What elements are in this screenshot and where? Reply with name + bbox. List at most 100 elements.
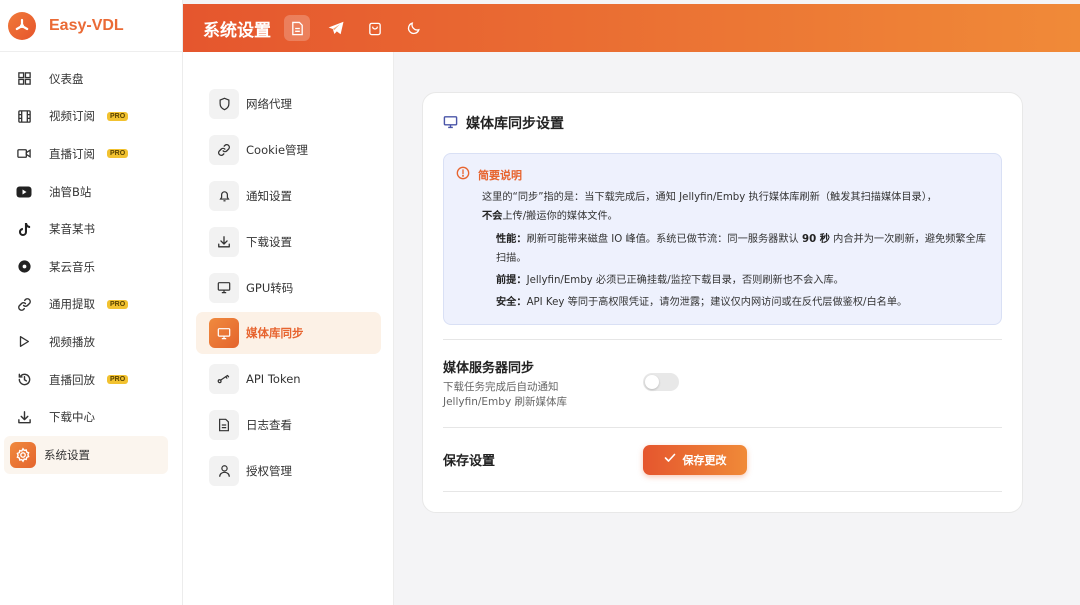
card-header: 媒体库同步设置 (443, 113, 1002, 133)
sidebar-item-label: 直播订阅 (49, 146, 95, 161)
video-camera-icon (16, 146, 32, 162)
sidebar-nav: 仪表盘 视频订阅 PRO 直播订阅 PRO 油管B站 某音某书 某云音乐 通用提… (0, 52, 182, 474)
link-icon (209, 134, 239, 165)
sidebar-item-label: 仪表盘 (49, 71, 84, 86)
info-intro-end: 上传/搬运你的媒体文件。 (502, 211, 618, 222)
pro-badge: PRO (107, 375, 129, 385)
moon-icon[interactable] (401, 15, 427, 41)
file-icon (209, 410, 239, 441)
menu-item-label: 通知设置 (246, 188, 292, 203)
key-icon (209, 364, 239, 395)
menu-item-proxy[interactable]: 网络代理 (196, 83, 381, 125)
document-icon[interactable] (284, 15, 310, 41)
menu-item-api-token[interactable]: API Token (196, 358, 381, 400)
sync-row: 媒体服务器同步 下载任务完成后自动通知 Jellyfin/Emby 刷新媒体库 (443, 357, 1002, 427)
sidebar-item-download-center[interactable]: 下载中心 (0, 398, 182, 436)
app-logo-icon (8, 11, 36, 40)
bag-icon[interactable] (362, 15, 388, 41)
sidebar-item-label: 直播回放 (49, 372, 95, 387)
info-sec-label: 安全： (496, 297, 527, 308)
sidebar-item-video-play[interactable]: 视频播放 (0, 323, 182, 361)
sidebar-item-live-subscribe[interactable]: 直播订阅 PRO (0, 135, 182, 173)
pro-badge: PRO (107, 299, 129, 309)
shield-icon (209, 89, 239, 119)
sidebar-item-general-extract[interactable]: 通用提取 PRO (0, 286, 182, 324)
sidebar: Easy-VDL 仪表盘 视频订阅 PRO 直播订阅 PRO 油管B站 某音某书… (0, 0, 183, 605)
sidebar-item-douyin[interactable]: 某音某书 (0, 210, 182, 248)
menu-item-label: Cookie管理 (246, 142, 309, 157)
media-sync-toggle[interactable] (643, 373, 679, 391)
info-pre-label: 前提： (496, 275, 527, 286)
info-perf-text: 刷新可能带来磁盘 IO 峰值。系统已做节流：同一服务器默认 (526, 234, 802, 245)
menu-item-download[interactable]: 下载设置 (196, 221, 381, 263)
sidebar-item-label: 系统设置 (44, 447, 90, 462)
youtube-icon (16, 184, 32, 200)
brand[interactable]: Easy-VDL (0, 0, 182, 52)
toggle-knob (645, 375, 659, 389)
top-bar: 系统设置 (183, 4, 1080, 52)
sidebar-item-label: 通用提取 (49, 297, 95, 312)
menu-item-label: 授权管理 (246, 464, 292, 479)
dashboard-icon (16, 71, 32, 87)
sidebar-item-youtube-bilibili[interactable]: 油管B站 (0, 173, 182, 211)
menu-item-label: GPU转码 (246, 280, 294, 295)
page-title: 系统设置 (203, 20, 271, 41)
sidebar-item-live-replay[interactable]: 直播回放 PRO (0, 361, 182, 399)
menu-item-label: 媒体库同步 (246, 326, 304, 341)
film-icon (16, 108, 32, 124)
pro-badge: PRO (107, 149, 129, 159)
menu-item-label: 下载设置 (246, 234, 292, 249)
menu-item-label: 日志查看 (246, 418, 292, 433)
card-title: 媒体库同步设置 (466, 116, 564, 132)
sidebar-item-label: 某云音乐 (49, 259, 95, 274)
music-disc-icon (16, 259, 32, 275)
play-icon (16, 334, 32, 350)
monitor-icon (209, 272, 239, 303)
history-icon (16, 372, 32, 388)
sidebar-item-cloud-music[interactable]: 某云音乐 (0, 248, 182, 286)
info-pre-text: Jellyfin/Emby 必须已正确挂载/监控下载目录，否则刷新也不会入库。 (526, 275, 844, 286)
divider (443, 491, 1002, 492)
info-perf-bold: 90 秒 (802, 234, 830, 245)
gear-icon (10, 441, 36, 468)
menu-item-license[interactable]: 授权管理 (196, 450, 381, 492)
sidebar-item-label: 视频订阅 (49, 109, 95, 124)
settings-menu: 网络代理 Cookie管理 通知设置 下载设置 GPU转码 媒体库同步 API … (183, 52, 394, 605)
sidebar-item-system-settings[interactable]: 系统设置 (4, 435, 168, 474)
info-perf-label: 性能： (496, 234, 527, 245)
menu-item-cookie[interactable]: Cookie管理 (196, 129, 381, 171)
download-icon (16, 409, 32, 425)
menu-item-label: API Token (246, 372, 301, 387)
info-intro: 这里的“同步”指的是：当下载完成后，通知 Jellyfin/Emby 执行媒体库… (456, 188, 989, 226)
sync-desc-line1: 下载任务完成后自动通知 (443, 381, 559, 393)
info-title: 简要说明 (478, 168, 522, 182)
media-sync-card: 媒体库同步设置 简要说明 这里的“同步”指的是：当下载完成后，通知 Jellyf… (422, 92, 1023, 513)
sync-title: 媒体服务器同步 (443, 361, 535, 376)
info-security: 安全：API Key 等同于高权限凭证，请勿泄露；建议仅内网访问或在反代层做鉴权… (456, 293, 989, 312)
tiktok-icon (16, 221, 32, 237)
app-name: Easy-VDL (49, 16, 124, 34)
save-button-label: 保存更改 (682, 453, 727, 467)
info-performance: 性能：刷新可能带来磁盘 IO 峰值。系统已做节流：同一服务器默认 90 秒 内合… (456, 230, 989, 268)
menu-item-notify[interactable]: 通知设置 (196, 175, 381, 217)
sidebar-item-label: 某音某书 (49, 222, 95, 237)
save-label: 保存设置 (443, 454, 496, 469)
download-icon (209, 226, 239, 257)
sidebar-item-dashboard[interactable]: 仪表盘 (0, 60, 182, 98)
menu-item-logs[interactable]: 日志查看 (196, 404, 381, 446)
sync-description: 下载任务完成后自动通知 Jellyfin/Emby 刷新媒体库 (443, 380, 643, 410)
user-icon (209, 456, 239, 487)
menu-item-gpu[interactable]: GPU转码 (196, 267, 381, 309)
sidebar-item-label: 视频播放 (49, 334, 95, 349)
menu-item-label: 网络代理 (246, 97, 292, 111)
menu-item-media-sync[interactable]: 媒体库同步 (196, 312, 381, 355)
info-sec-text: API Key 等同于高权限凭证，请勿泄露；建议仅内网访问或在反代层做鉴权/白名… (526, 297, 908, 308)
save-button[interactable]: 保存更改 (643, 444, 747, 475)
sidebar-item-label: 油管B站 (49, 184, 92, 199)
telegram-icon[interactable] (323, 15, 349, 41)
sidebar-item-video-subscribe[interactable]: 视频订阅 PRO (0, 98, 182, 136)
save-label-group: 保存设置 (443, 450, 643, 469)
info-circle-icon (456, 165, 470, 184)
link-icon (16, 296, 32, 312)
sidebar-item-label: 下载中心 (49, 410, 95, 425)
